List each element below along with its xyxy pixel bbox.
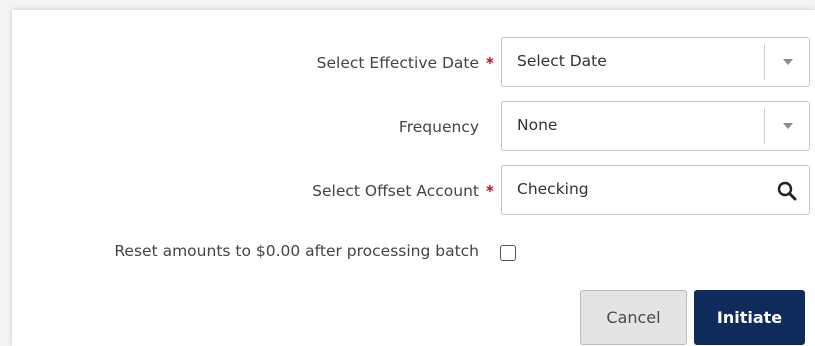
required-marker: *	[486, 54, 494, 72]
frequency-select[interactable]: None	[501, 101, 810, 151]
chevron-down-icon[interactable]	[783, 123, 793, 129]
dropdown-separator	[764, 108, 765, 144]
offset-account-label: Select Offset Account	[312, 182, 479, 200]
offset-account-input[interactable]: Checking	[501, 165, 810, 215]
chevron-down-icon[interactable]	[783, 59, 793, 65]
initiate-button[interactable]: Initiate	[694, 290, 805, 345]
offset-account-value: Checking	[517, 180, 589, 198]
required-marker: *	[486, 182, 494, 200]
search-icon[interactable]	[777, 181, 797, 201]
effective-date-label: Select Effective Date	[316, 54, 479, 72]
effective-date-select[interactable]: Select Date	[501, 37, 810, 87]
dropdown-separator	[764, 44, 765, 80]
cancel-button[interactable]: Cancel	[580, 290, 687, 345]
effective-date-value: Select Date	[517, 52, 607, 70]
reset-amounts-label: Reset amounts to $0.00 after processing …	[114, 242, 479, 260]
frequency-label: Frequency	[398, 118, 479, 136]
reset-amounts-checkbox[interactable]	[500, 245, 516, 261]
frequency-value: None	[517, 116, 558, 134]
batch-initiate-panel: Select Effective Date * Select Date Freq…	[12, 10, 815, 346]
